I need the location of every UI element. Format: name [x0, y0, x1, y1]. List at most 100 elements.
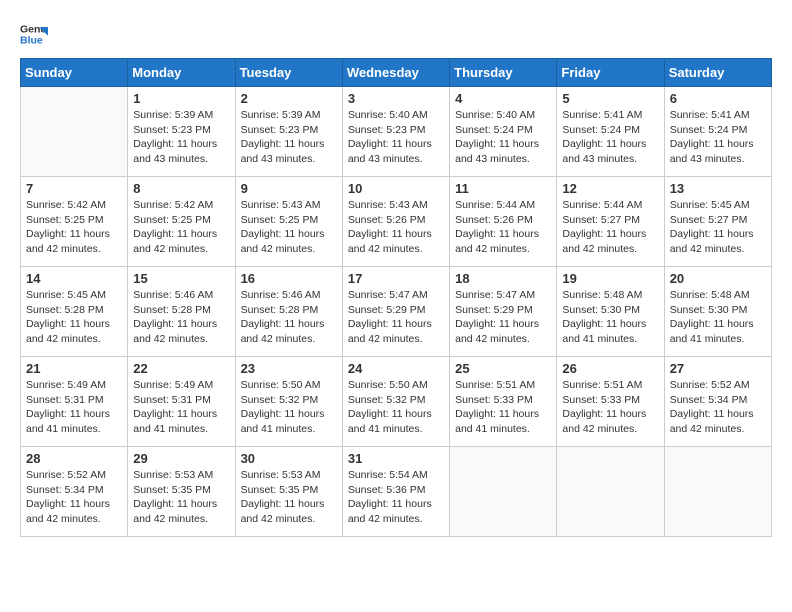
day-number: 11: [455, 181, 551, 196]
calendar-week-row: 14 Sunrise: 5:45 AMSunset: 5:28 PMDaylig…: [21, 267, 772, 357]
calendar-week-row: 21 Sunrise: 5:49 AMSunset: 5:31 PMDaylig…: [21, 357, 772, 447]
cell-info: Sunrise: 5:40 AMSunset: 5:24 PMDaylight:…: [455, 108, 551, 167]
calendar-cell: 30 Sunrise: 5:53 AMSunset: 5:35 PMDaylig…: [235, 447, 342, 537]
day-number: 8: [133, 181, 229, 196]
cell-info: Sunrise: 5:49 AMSunset: 5:31 PMDaylight:…: [26, 378, 122, 437]
cell-info: Sunrise: 5:52 AMSunset: 5:34 PMDaylight:…: [670, 378, 766, 437]
cell-info: Sunrise: 5:44 AMSunset: 5:27 PMDaylight:…: [562, 198, 658, 257]
cell-info: Sunrise: 5:43 AMSunset: 5:26 PMDaylight:…: [348, 198, 444, 257]
cell-info: Sunrise: 5:42 AMSunset: 5:25 PMDaylight:…: [133, 198, 229, 257]
cell-info: Sunrise: 5:39 AMSunset: 5:23 PMDaylight:…: [133, 108, 229, 167]
cell-info: Sunrise: 5:45 AMSunset: 5:28 PMDaylight:…: [26, 288, 122, 347]
day-number: 24: [348, 361, 444, 376]
day-number: 29: [133, 451, 229, 466]
cell-info: Sunrise: 5:51 AMSunset: 5:33 PMDaylight:…: [455, 378, 551, 437]
weekday-header: Wednesday: [342, 59, 449, 87]
cell-info: Sunrise: 5:51 AMSunset: 5:33 PMDaylight:…: [562, 378, 658, 437]
day-number: 25: [455, 361, 551, 376]
cell-info: Sunrise: 5:43 AMSunset: 5:25 PMDaylight:…: [241, 198, 337, 257]
day-number: 27: [670, 361, 766, 376]
day-number: 6: [670, 91, 766, 106]
calendar-cell: 16 Sunrise: 5:46 AMSunset: 5:28 PMDaylig…: [235, 267, 342, 357]
calendar-cell: 25 Sunrise: 5:51 AMSunset: 5:33 PMDaylig…: [450, 357, 557, 447]
day-number: 9: [241, 181, 337, 196]
day-number: 4: [455, 91, 551, 106]
calendar-cell: [21, 87, 128, 177]
calendar-cell: 29 Sunrise: 5:53 AMSunset: 5:35 PMDaylig…: [128, 447, 235, 537]
day-number: 21: [26, 361, 122, 376]
cell-info: Sunrise: 5:53 AMSunset: 5:35 PMDaylight:…: [241, 468, 337, 527]
day-number: 1: [133, 91, 229, 106]
calendar-cell: 7 Sunrise: 5:42 AMSunset: 5:25 PMDayligh…: [21, 177, 128, 267]
calendar-cell: 9 Sunrise: 5:43 AMSunset: 5:25 PMDayligh…: [235, 177, 342, 267]
cell-info: Sunrise: 5:41 AMSunset: 5:24 PMDaylight:…: [670, 108, 766, 167]
calendar-cell: 12 Sunrise: 5:44 AMSunset: 5:27 PMDaylig…: [557, 177, 664, 267]
cell-info: Sunrise: 5:46 AMSunset: 5:28 PMDaylight:…: [133, 288, 229, 347]
cell-info: Sunrise: 5:45 AMSunset: 5:27 PMDaylight:…: [670, 198, 766, 257]
calendar-week-row: 1 Sunrise: 5:39 AMSunset: 5:23 PMDayligh…: [21, 87, 772, 177]
day-number: 19: [562, 271, 658, 286]
calendar-cell: 18 Sunrise: 5:47 AMSunset: 5:29 PMDaylig…: [450, 267, 557, 357]
calendar-cell: 5 Sunrise: 5:41 AMSunset: 5:24 PMDayligh…: [557, 87, 664, 177]
cell-info: Sunrise: 5:44 AMSunset: 5:26 PMDaylight:…: [455, 198, 551, 257]
logo-icon: General Blue: [20, 20, 48, 48]
weekday-header: Monday: [128, 59, 235, 87]
calendar-cell: 8 Sunrise: 5:42 AMSunset: 5:25 PMDayligh…: [128, 177, 235, 267]
day-number: 20: [670, 271, 766, 286]
calendar-cell: 2 Sunrise: 5:39 AMSunset: 5:23 PMDayligh…: [235, 87, 342, 177]
day-number: 23: [241, 361, 337, 376]
calendar-cell: [450, 447, 557, 537]
calendar-cell: 11 Sunrise: 5:44 AMSunset: 5:26 PMDaylig…: [450, 177, 557, 267]
day-number: 26: [562, 361, 658, 376]
calendar-week-row: 7 Sunrise: 5:42 AMSunset: 5:25 PMDayligh…: [21, 177, 772, 267]
cell-info: Sunrise: 5:47 AMSunset: 5:29 PMDaylight:…: [348, 288, 444, 347]
calendar-cell: 4 Sunrise: 5:40 AMSunset: 5:24 PMDayligh…: [450, 87, 557, 177]
cell-info: Sunrise: 5:40 AMSunset: 5:23 PMDaylight:…: [348, 108, 444, 167]
day-number: 5: [562, 91, 658, 106]
weekday-header: Saturday: [664, 59, 771, 87]
calendar-cell: 10 Sunrise: 5:43 AMSunset: 5:26 PMDaylig…: [342, 177, 449, 267]
cell-info: Sunrise: 5:41 AMSunset: 5:24 PMDaylight:…: [562, 108, 658, 167]
day-number: 13: [670, 181, 766, 196]
cell-info: Sunrise: 5:42 AMSunset: 5:25 PMDaylight:…: [26, 198, 122, 257]
calendar-cell: 31 Sunrise: 5:54 AMSunset: 5:36 PMDaylig…: [342, 447, 449, 537]
calendar-cell: 20 Sunrise: 5:48 AMSunset: 5:30 PMDaylig…: [664, 267, 771, 357]
weekday-header: Thursday: [450, 59, 557, 87]
cell-info: Sunrise: 5:39 AMSunset: 5:23 PMDaylight:…: [241, 108, 337, 167]
day-number: 17: [348, 271, 444, 286]
day-number: 3: [348, 91, 444, 106]
calendar-cell: 27 Sunrise: 5:52 AMSunset: 5:34 PMDaylig…: [664, 357, 771, 447]
day-number: 2: [241, 91, 337, 106]
logo: General Blue: [20, 20, 52, 48]
calendar-cell: 1 Sunrise: 5:39 AMSunset: 5:23 PMDayligh…: [128, 87, 235, 177]
day-number: 10: [348, 181, 444, 196]
calendar-cell: 26 Sunrise: 5:51 AMSunset: 5:33 PMDaylig…: [557, 357, 664, 447]
svg-text:Blue: Blue: [20, 35, 43, 47]
calendar-cell: 6 Sunrise: 5:41 AMSunset: 5:24 PMDayligh…: [664, 87, 771, 177]
weekday-header: Tuesday: [235, 59, 342, 87]
weekday-header: Sunday: [21, 59, 128, 87]
calendar-cell: 3 Sunrise: 5:40 AMSunset: 5:23 PMDayligh…: [342, 87, 449, 177]
calendar-cell: [664, 447, 771, 537]
cell-info: Sunrise: 5:49 AMSunset: 5:31 PMDaylight:…: [133, 378, 229, 437]
day-number: 7: [26, 181, 122, 196]
day-number: 22: [133, 361, 229, 376]
page-header: General Blue: [20, 20, 772, 48]
cell-info: Sunrise: 5:50 AMSunset: 5:32 PMDaylight:…: [241, 378, 337, 437]
calendar-cell: 19 Sunrise: 5:48 AMSunset: 5:30 PMDaylig…: [557, 267, 664, 357]
calendar-cell: 13 Sunrise: 5:45 AMSunset: 5:27 PMDaylig…: [664, 177, 771, 267]
day-number: 15: [133, 271, 229, 286]
day-number: 31: [348, 451, 444, 466]
calendar-cell: 28 Sunrise: 5:52 AMSunset: 5:34 PMDaylig…: [21, 447, 128, 537]
calendar-cell: 23 Sunrise: 5:50 AMSunset: 5:32 PMDaylig…: [235, 357, 342, 447]
calendar-cell: [557, 447, 664, 537]
cell-info: Sunrise: 5:46 AMSunset: 5:28 PMDaylight:…: [241, 288, 337, 347]
cell-info: Sunrise: 5:53 AMSunset: 5:35 PMDaylight:…: [133, 468, 229, 527]
day-number: 16: [241, 271, 337, 286]
calendar-cell: 14 Sunrise: 5:45 AMSunset: 5:28 PMDaylig…: [21, 267, 128, 357]
weekday-header: Friday: [557, 59, 664, 87]
day-number: 18: [455, 271, 551, 286]
cell-info: Sunrise: 5:50 AMSunset: 5:32 PMDaylight:…: [348, 378, 444, 437]
day-number: 28: [26, 451, 122, 466]
calendar-cell: 15 Sunrise: 5:46 AMSunset: 5:28 PMDaylig…: [128, 267, 235, 357]
